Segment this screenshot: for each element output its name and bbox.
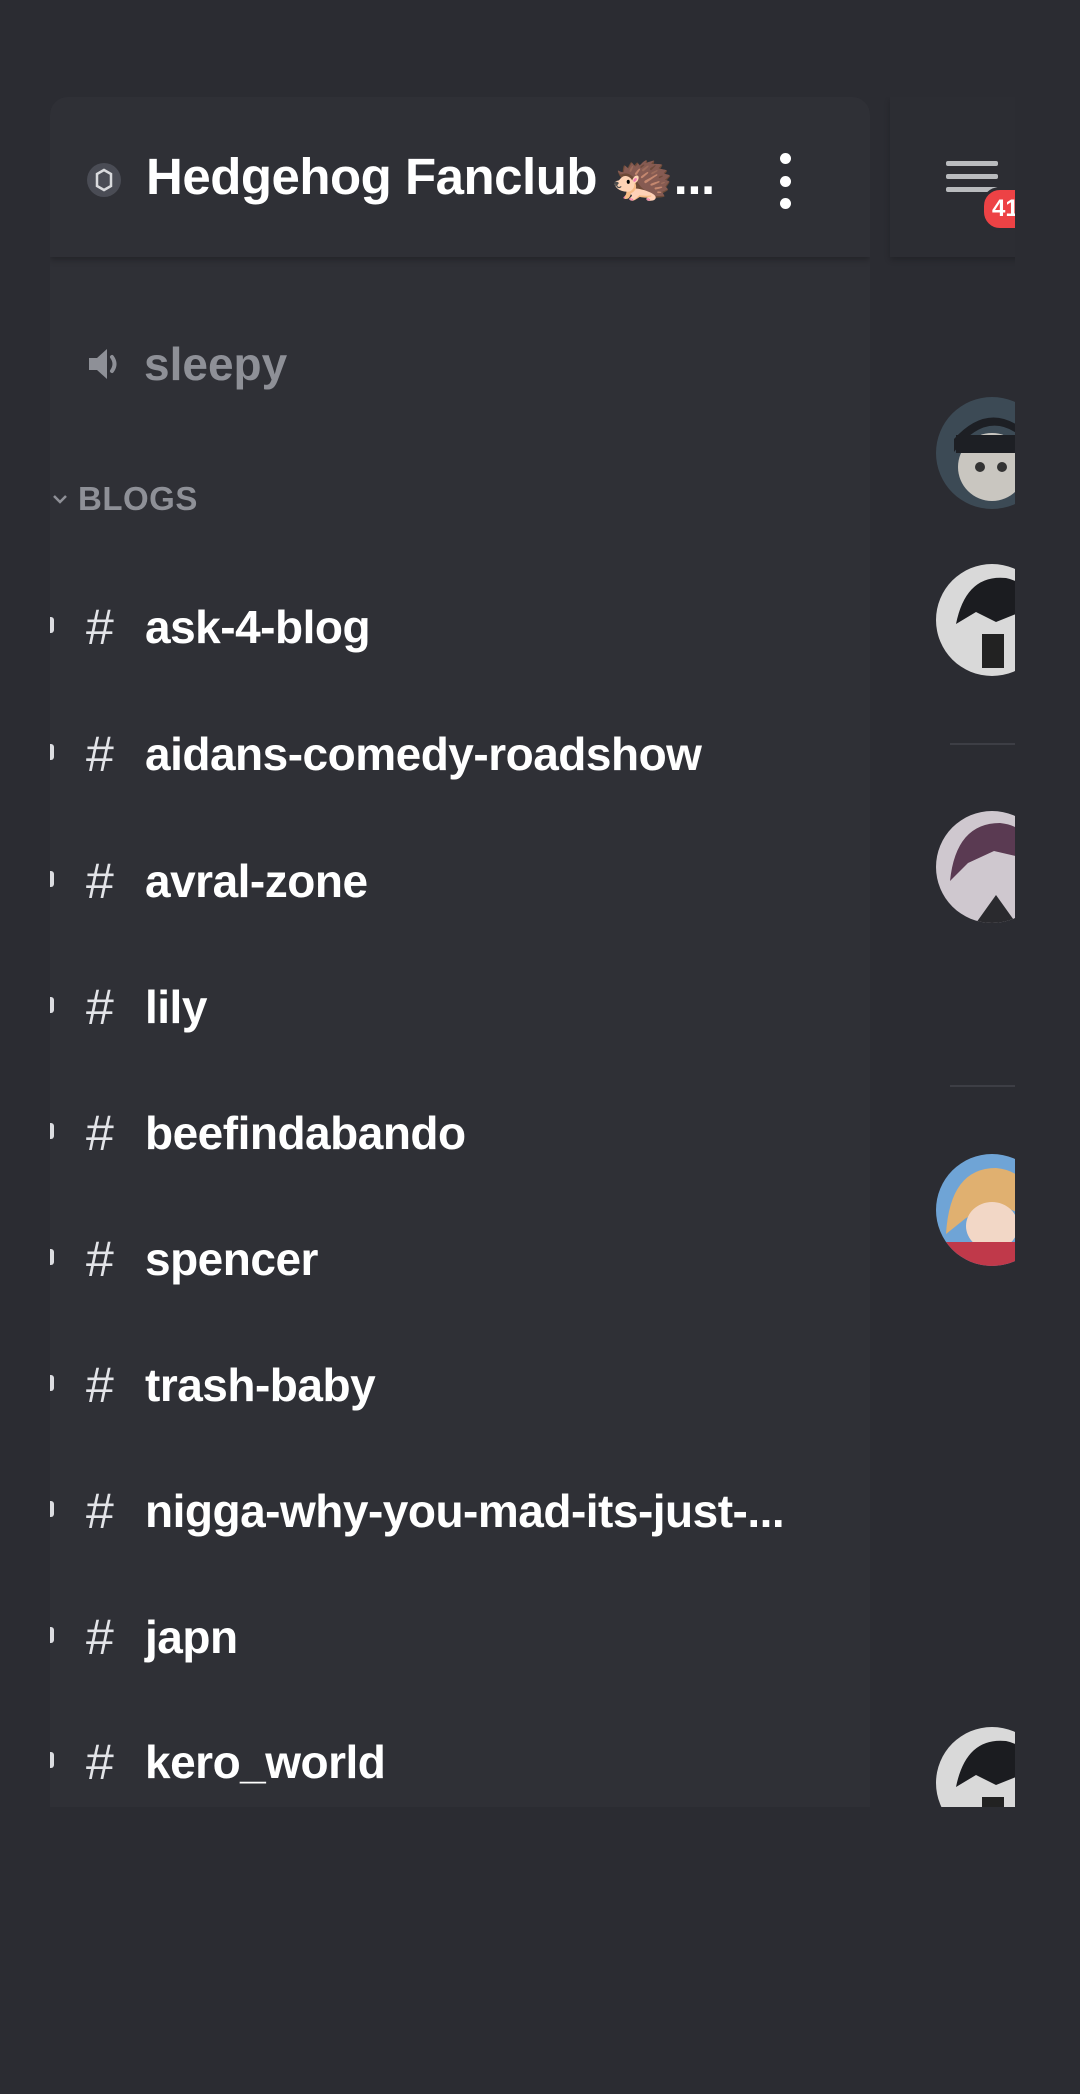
background-area	[0, 1807, 1080, 2094]
unread-indicator	[50, 1501, 54, 1517]
hashtag-icon: #	[86, 1734, 114, 1790]
avatar[interactable]	[936, 564, 1015, 676]
unread-indicator	[50, 997, 54, 1013]
chat-panel-preview[interactable]: 41	[890, 97, 1015, 1807]
channel-item[interactable]: # kero_world	[50, 1725, 870, 1795]
hashtag-icon: #	[86, 979, 114, 1035]
unread-indicator	[50, 1249, 54, 1265]
channel-item[interactable]: # avral-zone	[50, 844, 870, 914]
speaker-icon	[89, 349, 117, 379]
hashtag-icon: #	[86, 599, 114, 655]
channel-name: lily	[145, 981, 207, 1033]
voice-channel-label: sleepy	[144, 338, 288, 390]
hashtag-icon: #	[86, 853, 114, 909]
hashtag-icon: #	[86, 1231, 114, 1287]
avatar[interactable]	[936, 1727, 1015, 1807]
unread-indicator	[50, 1627, 54, 1643]
channel-name: aidans-comedy-roadshow	[145, 728, 702, 780]
unread-indicator	[50, 871, 54, 887]
server-header[interactable]: Hedgehog Fanclub 🦔...	[50, 97, 870, 257]
category-blogs[interactable]: BLOGS	[50, 479, 198, 519]
category-label: BLOGS	[78, 480, 198, 517]
channel-sidebar: Hedgehog Fanclub 🦔... sleepy BLOGS # ask…	[50, 97, 870, 1807]
unread-indicator	[50, 744, 54, 760]
channel-name: avral-zone	[145, 855, 368, 907]
channel-item[interactable]: # nigga-why-you-mad-its-just-...	[50, 1474, 870, 1544]
hashtag-icon: #	[86, 1105, 114, 1161]
channel-item[interactable]: # spencer	[50, 1222, 870, 1292]
channel-item[interactable]: # ask-4-blog	[50, 590, 870, 660]
server-settings-icon[interactable]	[87, 163, 121, 197]
unread-indicator	[50, 1375, 54, 1391]
channel-name: ask-4-blog	[145, 601, 371, 653]
unread-indicator	[50, 1123, 54, 1139]
channel-name: kero_world	[145, 1736, 386, 1788]
channel-item[interactable]: # lily	[50, 970, 870, 1040]
avatar[interactable]	[936, 397, 1015, 509]
server-name[interactable]: Hedgehog Fanclub 🦔...	[146, 147, 715, 207]
channel-name: trash-baby	[145, 1359, 376, 1411]
unread-indicator	[50, 1752, 54, 1768]
channel-item[interactable]: # japn	[50, 1600, 870, 1670]
unread-indicator	[50, 617, 54, 633]
channel-name: japn	[145, 1611, 238, 1663]
channel-name: beefindabando	[145, 1107, 466, 1159]
channel-name: spencer	[145, 1233, 318, 1285]
avatar[interactable]	[936, 811, 1015, 923]
kebab-menu-icon[interactable]	[770, 153, 800, 209]
channel-item[interactable]: # trash-baby	[50, 1348, 870, 1418]
hashtag-icon: #	[86, 1357, 114, 1413]
channel-item[interactable]: # beefindabando	[50, 1096, 870, 1166]
chevron-down-icon	[53, 495, 67, 504]
chat-header: 41	[890, 97, 1015, 257]
message-divider	[950, 743, 1015, 745]
voice-channel-sleepy[interactable]: sleepy	[86, 334, 287, 394]
channel-item[interactable]: # aidans-comedy-roadshow	[50, 717, 870, 787]
hashtag-icon: #	[86, 1483, 114, 1539]
avatar[interactable]	[936, 1154, 1015, 1266]
message-divider	[950, 1085, 1015, 1087]
channel-name: nigga-why-you-mad-its-just-...	[145, 1485, 785, 1537]
app-screen: Hedgehog Fanclub 🦔... sleepy BLOGS # ask…	[50, 97, 1015, 1807]
hashtag-icon: #	[86, 1609, 114, 1665]
mention-badge: 41	[981, 187, 1015, 231]
hashtag-icon: #	[86, 726, 114, 782]
